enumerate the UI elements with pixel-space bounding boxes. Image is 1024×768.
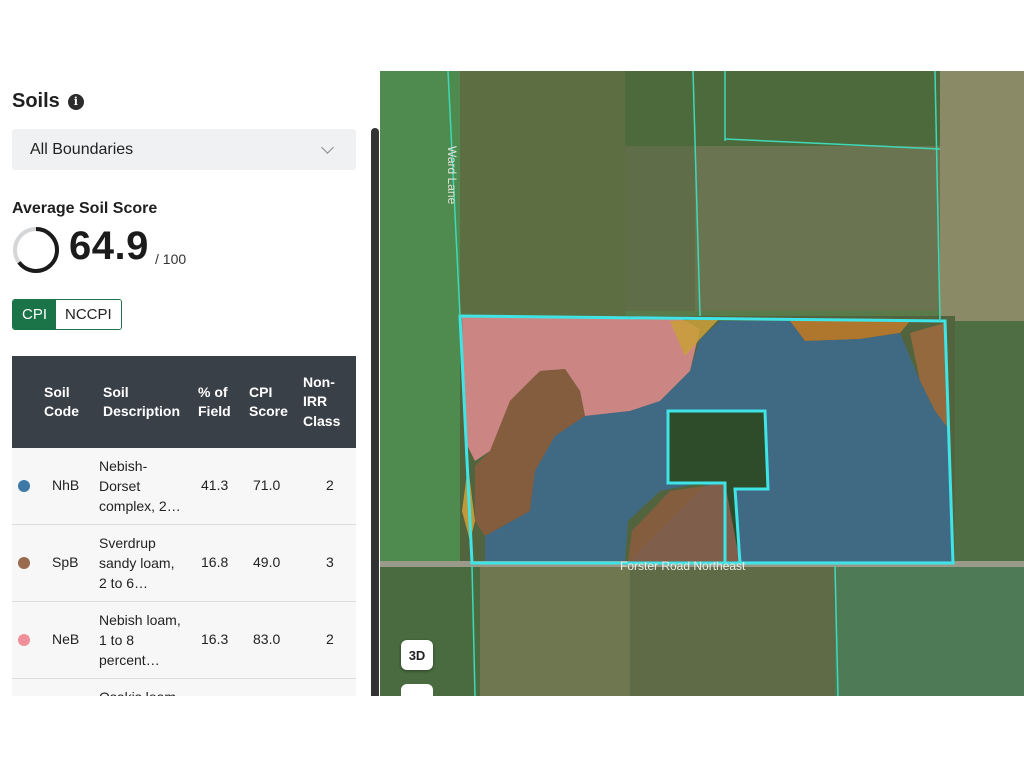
- soil-description: Osakis loam,: [99, 687, 189, 696]
- table-row[interactable]: NhB Nebish- Dorset complex, 2… 41.3 71.0 2: [12, 448, 356, 525]
- panel-title: Soils: [12, 90, 60, 112]
- score-max: / 100: [155, 251, 187, 267]
- map-3d-button[interactable]: 3D: [401, 640, 433, 670]
- cpi-score: 71.0: [253, 477, 281, 493]
- average-score-value: 64.9: [69, 224, 149, 268]
- boundary-select[interactable]: All Boundaries: [12, 129, 356, 170]
- table-header: Soil Code Soil Description % of Field CPI Sc…: [12, 356, 356, 448]
- satellite-map: Ward Lane Forster Road Northeast: [380, 71, 1024, 696]
- road-label-left: Ward Lane: [445, 146, 459, 205]
- soil-table: Soil Code Soil Description % of Field CPI Sc…: [12, 356, 356, 696]
- soil-code: NeB: [52, 631, 80, 647]
- pct-field: 16.8: [201, 554, 229, 570]
- soil-description: Nebish loam, 1 to 8 percent…: [99, 612, 181, 668]
- cpi-score: 83.0: [253, 631, 281, 647]
- table-row[interactable]: NeB Nebish loam, 1 to 8 percent… 16.3 83.0…: [12, 602, 356, 679]
- soil-color-dot: [18, 634, 30, 646]
- layers-icon[interactable]: [401, 684, 433, 696]
- header-non-irr-class[interactable]: Non- IRR Class: [303, 373, 340, 432]
- score-gauge: [13, 227, 59, 273]
- info-icon[interactable]: i: [67, 93, 84, 110]
- cpi-score: 49.0: [253, 554, 281, 570]
- map-view[interactable]: Ward Lane Forster Road Northeast: [380, 71, 1024, 696]
- boundary-select-value: All Boundaries: [30, 140, 134, 158]
- panel-scrollbar[interactable]: [371, 128, 379, 696]
- soil-description: Nebish- Dorset complex, 2…: [99, 458, 181, 514]
- soil-description: Sverdrup sandy loam, 2 to 6…: [99, 535, 175, 591]
- table-row[interactable]: Osakis loam,: [12, 679, 356, 696]
- non-irr-class: 2: [326, 631, 334, 647]
- header-pct-field[interactable]: % of Field: [198, 383, 231, 422]
- soils-panel: Soils i All Boundaries Average Soil Scor…: [12, 70, 356, 696]
- title-row: Soils i: [12, 90, 84, 113]
- non-irr-class: 2: [326, 477, 334, 493]
- table-row[interactable]: SpB Sverdrup sandy loam, 2 to 6… 16.8 49.0…: [12, 525, 356, 602]
- soil-color-dot: [18, 557, 30, 569]
- pct-field: 41.3: [201, 477, 229, 493]
- nccpi-toggle-button[interactable]: NCCPI: [56, 300, 121, 329]
- soil-code: NhB: [52, 477, 80, 493]
- header-soil-description[interactable]: Soil Description: [103, 383, 180, 422]
- non-irr-class: 3: [326, 554, 334, 570]
- header-soil-code[interactable]: Soil Code: [44, 383, 79, 422]
- soil-code: SpB: [52, 554, 79, 570]
- score-type-toggle: CPI NCCPI: [12, 299, 122, 330]
- chevron-down-icon: [321, 140, 334, 154]
- soil-color-dot: [18, 480, 30, 492]
- average-score-label: Average Soil Score: [12, 200, 158, 217]
- header-cpi-score[interactable]: CPI Score: [249, 383, 288, 422]
- cpi-toggle-button[interactable]: CPI: [13, 300, 57, 329]
- road-label-bottom: Forster Road Northeast: [620, 559, 746, 573]
- pct-field: 16.3: [201, 631, 229, 647]
